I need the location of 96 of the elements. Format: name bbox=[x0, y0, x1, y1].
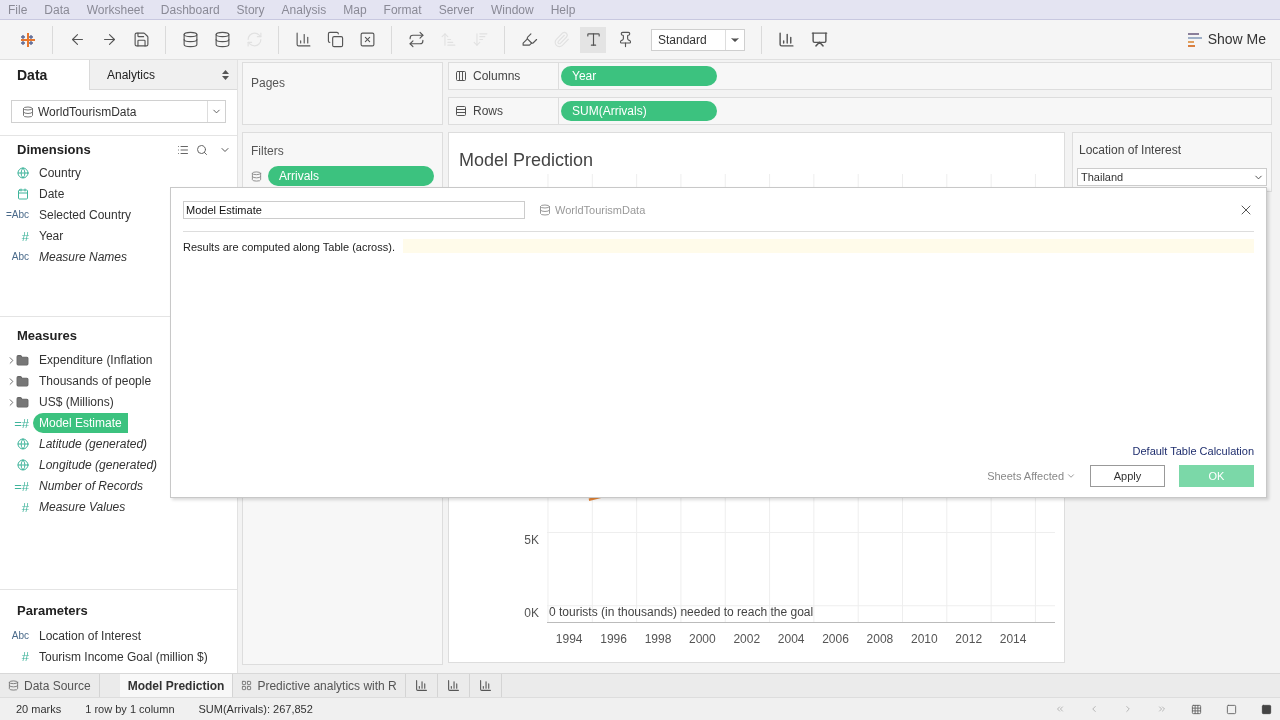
database-pause-icon bbox=[213, 31, 231, 48]
list-view-icon[interactable] bbox=[1226, 703, 1237, 715]
database-icon bbox=[251, 170, 262, 182]
database-icon bbox=[8, 680, 19, 691]
bars-icon bbox=[1187, 32, 1202, 47]
presentation-icon[interactable] bbox=[811, 31, 828, 48]
axis-label: 5K bbox=[524, 532, 539, 549]
field-item[interactable]: Date bbox=[33, 184, 71, 204]
default-table-calculation-link[interactable]: Default Table Calculation bbox=[1132, 442, 1254, 459]
name-field[interactable]: Model Estimate bbox=[183, 201, 525, 219]
sheets-affected-dropdown[interactable]: Sheets Affected bbox=[987, 467, 1076, 485]
shelf-title: Pages bbox=[251, 76, 286, 90]
single-view-icon[interactable] bbox=[1261, 703, 1272, 715]
highlighter-icon bbox=[520, 31, 538, 48]
message-text: Results are computed along Table (across). bbox=[183, 240, 395, 255]
field-item[interactable]: Measure Names bbox=[33, 247, 134, 267]
view-title: Model Prediction bbox=[458, 149, 595, 172]
field-item[interactable]: Measure Values bbox=[33, 497, 132, 517]
database-icon bbox=[22, 105, 34, 118]
data-source-select[interactable]: WorldTourismData bbox=[11, 100, 226, 123]
sheet-tab[interactable]: Model Prediction bbox=[119, 674, 234, 697]
globe-icon bbox=[17, 167, 29, 179]
list-view-icon[interactable] bbox=[177, 143, 189, 156]
show-me-button[interactable]: Show Me bbox=[1187, 29, 1266, 50]
field-item[interactable]: Expenditure (Inflation bbox=[33, 350, 159, 370]
field-item[interactable]: Longitude (generated) bbox=[33, 455, 164, 475]
field-item[interactable]: Selected Country bbox=[33, 205, 138, 225]
up-down-arrows-icon bbox=[222, 69, 229, 80]
parameter-select[interactable]: Thailand bbox=[1077, 168, 1267, 186]
columns-icon bbox=[455, 70, 467, 82]
field-item[interactable]: Year bbox=[33, 226, 70, 246]
axis-label: 1994 bbox=[554, 631, 584, 648]
calendar-icon bbox=[17, 188, 29, 200]
search-icon[interactable] bbox=[196, 143, 208, 156]
field-type-icon: Abc bbox=[11, 630, 29, 641]
field-item[interactable]: Thousands of people bbox=[33, 371, 158, 391]
field-type-icon: =# bbox=[14, 479, 29, 493]
field-type-icon: Abc bbox=[11, 252, 29, 262]
field-item[interactable]: Country bbox=[33, 163, 88, 183]
status-text: 1 row by 1 column bbox=[85, 701, 175, 717]
axis-label: 2006 bbox=[821, 631, 850, 648]
chart-plus-icon bbox=[294, 31, 312, 48]
field-item[interactable]: Number of Records bbox=[33, 476, 150, 496]
swap-icon bbox=[407, 31, 425, 48]
status-text: 20 marks bbox=[16, 701, 62, 717]
shelf-title: Columns bbox=[473, 68, 521, 85]
section-title: Dimensions bbox=[17, 141, 92, 159]
caret-icon bbox=[1066, 471, 1076, 481]
duplicate-icon bbox=[326, 31, 344, 48]
shelf-title: Filters bbox=[251, 144, 284, 158]
rows-icon bbox=[455, 105, 467, 117]
database-icon bbox=[539, 204, 551, 216]
folder-icon bbox=[16, 374, 29, 388]
axis-label: 2008 bbox=[865, 631, 895, 648]
axis-label: 2002 bbox=[732, 631, 762, 648]
clear-icon bbox=[358, 31, 376, 48]
parameter-title: Location of Interest bbox=[1078, 142, 1183, 159]
database-plus-icon bbox=[181, 31, 199, 48]
globe-icon bbox=[17, 438, 29, 450]
folder-icon bbox=[16, 353, 29, 367]
axis-label: 2014 bbox=[998, 631, 1028, 648]
grid-icon bbox=[241, 680, 253, 691]
apply-button[interactable]: Apply bbox=[1090, 465, 1165, 487]
field-type-icon: # bbox=[21, 650, 29, 663]
section-title: Measures bbox=[17, 327, 77, 343]
axis-label: 0K bbox=[524, 605, 539, 622]
text-icon bbox=[584, 31, 602, 48]
new-chart-icon bbox=[414, 679, 428, 692]
folder-icon bbox=[16, 395, 29, 409]
field-type-icon: # bbox=[21, 229, 29, 243]
field-item[interactable]: Location of Interest bbox=[33, 625, 148, 646]
axis-label: 2000 bbox=[688, 631, 717, 648]
grid-view-icon[interactable] bbox=[1191, 703, 1202, 715]
fit-select[interactable]: Standard bbox=[651, 28, 745, 51]
logo-icon bbox=[19, 30, 37, 49]
globe-icon bbox=[17, 459, 29, 471]
axis-label: 1998 bbox=[643, 631, 673, 648]
axis-label: 2012 bbox=[954, 631, 984, 648]
field-item[interactable]: Latitude (generated) bbox=[33, 434, 154, 454]
shelf-title: Rows bbox=[473, 103, 503, 120]
data-source-label: WorldTourismData bbox=[555, 202, 646, 218]
annotation-text: 0 tourists (in thousands) needed to reach the goal bbox=[548, 604, 815, 621]
toolbar-button[interactable] bbox=[580, 26, 606, 53]
axis-label: 2004 bbox=[776, 631, 806, 648]
field-type-icon: # bbox=[21, 500, 29, 514]
field-type-icon: =Abc bbox=[5, 210, 29, 220]
status-text: SUM(Arrivals): 267,852 bbox=[198, 701, 313, 717]
save-icon bbox=[132, 31, 150, 48]
field-item[interactable]: US$ (Millions) bbox=[33, 392, 120, 412]
section-title: Parameters bbox=[17, 603, 88, 618]
axis-label: 1996 bbox=[599, 631, 628, 648]
chart-icon[interactable] bbox=[778, 31, 795, 48]
field-item[interactable]: Tourism Income Goal (million $) bbox=[33, 646, 214, 667]
axis-label: 2010 bbox=[909, 631, 939, 648]
field-type-icon: =# bbox=[14, 416, 29, 430]
side-tab[interactable]: Analytics bbox=[89, 60, 237, 90]
